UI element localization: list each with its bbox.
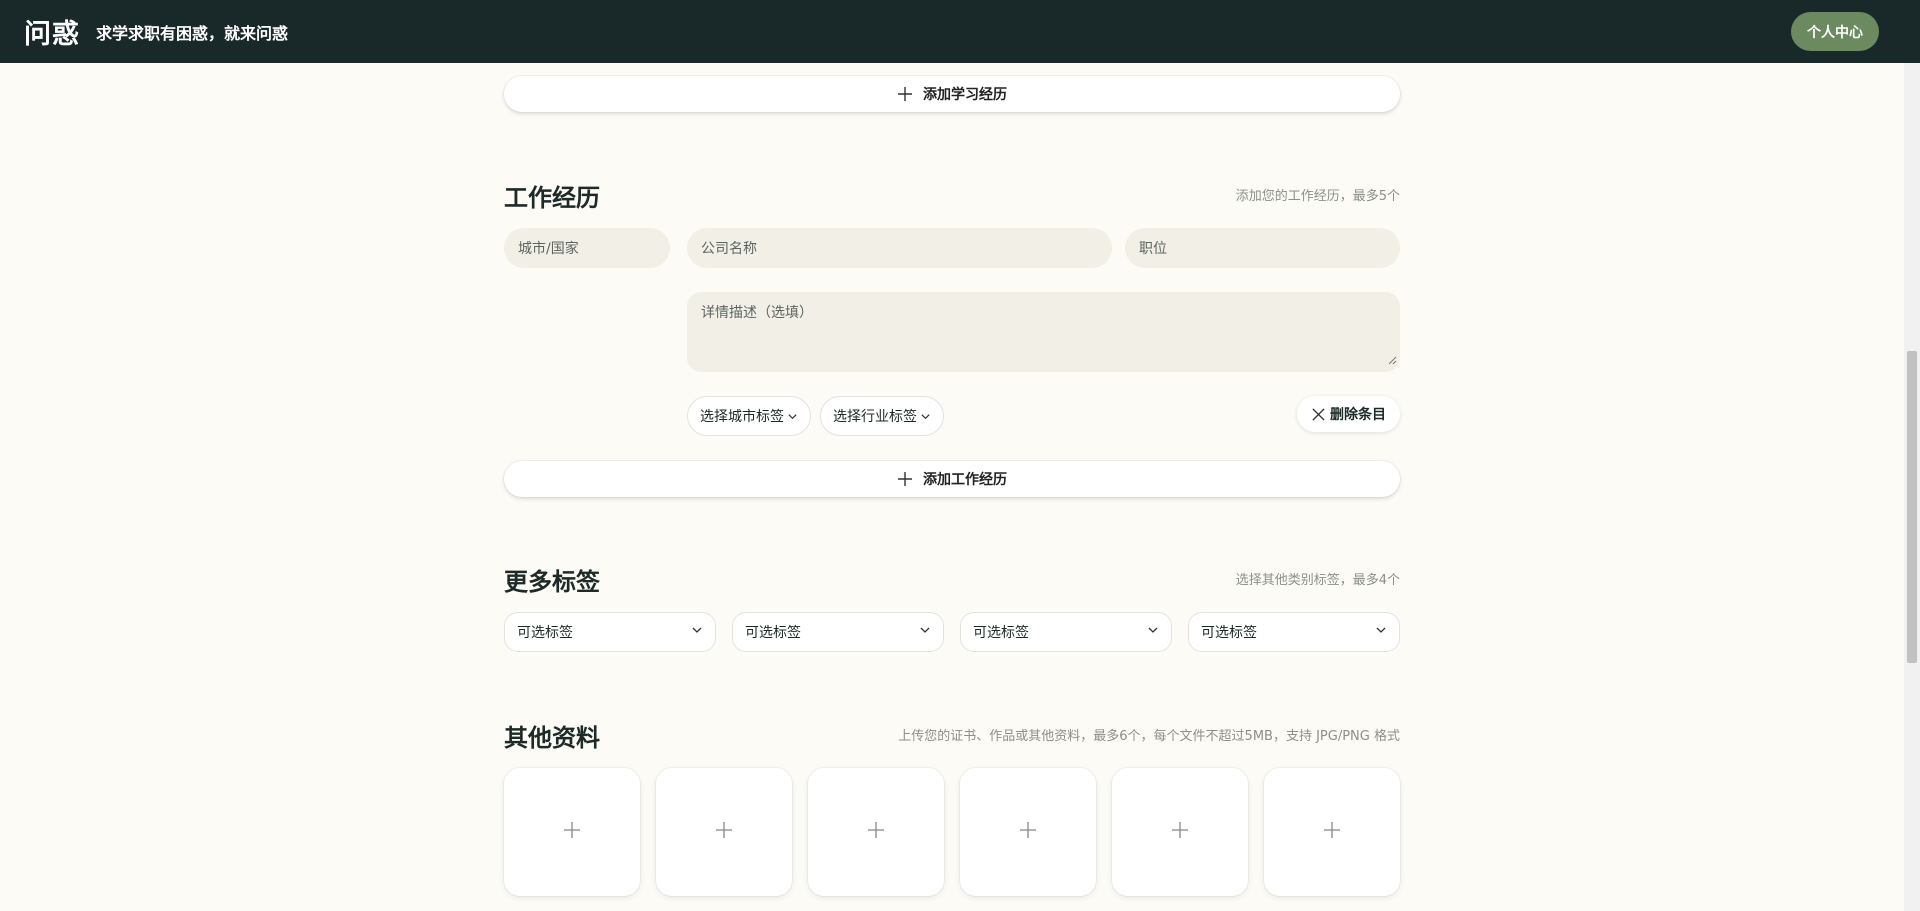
other-materials-section: 其他资料 上传您的证书、作品或其他资料，最多6个，每个文件不超过5MB，支持 J… bbox=[504, 718, 1400, 898]
upload-slot-5[interactable] bbox=[1112, 768, 1248, 896]
more-tags-section: 更多标签 选择其他类别标签，最多4个 可选标签 可选标签 可选标签 可选标签 bbox=[504, 562, 1400, 652]
description-textarea[interactable]: 详情描述（选填） bbox=[687, 292, 1400, 372]
upload-slot-6[interactable] bbox=[1264, 768, 1400, 896]
more-tags-note: 选择其他类别标签，最多4个 bbox=[1235, 573, 1400, 588]
add-education-label: 添加学习经历 bbox=[923, 87, 1007, 103]
upload-slot-1[interactable] bbox=[504, 768, 640, 896]
page-scrollbar[interactable] bbox=[1904, 63, 1920, 911]
upload-slot-4[interactable] bbox=[960, 768, 1096, 896]
company-name-placeholder: 公司名称 bbox=[701, 241, 757, 257]
close-icon bbox=[1311, 407, 1326, 422]
scrollbar-thumb[interactable] bbox=[1907, 351, 1917, 663]
plus-icon bbox=[1171, 821, 1189, 843]
optional-tag-select-3[interactable]: 可选标签 bbox=[960, 612, 1172, 652]
other-materials-note: 上传您的证书、作品或其他资料，最多6个，每个文件不超过5MB，支持 JPG/PN… bbox=[898, 729, 1400, 744]
add-education-button[interactable]: 添加学习经历 bbox=[504, 76, 1400, 112]
chevron-down-icon bbox=[787, 411, 798, 422]
description-placeholder: 详情描述（选填） bbox=[701, 305, 813, 321]
industry-tag-select[interactable]: 选择行业标签 bbox=[820, 396, 944, 436]
plus-icon bbox=[897, 86, 913, 102]
resize-handle-icon[interactable] bbox=[1388, 353, 1397, 369]
city-country-input[interactable]: 城市/国家 bbox=[504, 228, 670, 268]
plus-icon bbox=[1323, 821, 1341, 843]
delete-entry-label: 删除条目 bbox=[1330, 407, 1386, 423]
upload-slot-2[interactable] bbox=[656, 768, 792, 896]
position-input[interactable]: 职位 bbox=[1125, 228, 1400, 268]
city-country-placeholder: 城市/国家 bbox=[518, 241, 579, 257]
brand-logo[interactable]: 问惑 bbox=[24, 12, 80, 51]
upload-slot-3[interactable] bbox=[808, 768, 944, 896]
chevron-down-icon bbox=[919, 624, 931, 640]
chevron-down-icon bbox=[1147, 624, 1159, 640]
chevron-down-icon bbox=[1375, 624, 1387, 640]
chevron-down-icon bbox=[691, 624, 703, 640]
chevron-down-icon bbox=[920, 411, 931, 422]
work-section-note: 添加您的工作经历，最多5个 bbox=[1235, 189, 1400, 204]
position-placeholder: 职位 bbox=[1139, 241, 1167, 257]
top-navbar: 问惑 求学求职有困惑，就来问惑 个人中心 bbox=[0, 0, 1920, 63]
optional-tag-select-4[interactable]: 可选标签 bbox=[1188, 612, 1400, 652]
plus-icon bbox=[867, 821, 885, 843]
industry-tag-select-label: 选择行业标签 bbox=[833, 409, 917, 425]
optional-tag-select-2[interactable]: 可选标签 bbox=[732, 612, 944, 652]
add-work-button[interactable]: 添加工作经历 bbox=[504, 461, 1400, 497]
add-work-label: 添加工作经历 bbox=[923, 472, 1007, 488]
other-materials-title: 其他资料 bbox=[504, 724, 600, 752]
work-experience-section: 工作经历 添加您的工作经历，最多5个 城市/国家 公司名称 职位 详情描述（选填… bbox=[504, 178, 1400, 498]
delete-entry-button[interactable]: 删除条目 bbox=[1297, 396, 1400, 432]
brand-tagline: 求学求职有困惑，就来问惑 bbox=[96, 23, 289, 43]
profile-center-button[interactable]: 个人中心 bbox=[1791, 12, 1879, 51]
plus-icon bbox=[897, 471, 913, 487]
optional-tag-label: 可选标签 bbox=[973, 625, 1029, 641]
optional-tag-label: 可选标签 bbox=[517, 625, 573, 641]
work-section-title: 工作经历 bbox=[504, 184, 600, 212]
company-name-input[interactable]: 公司名称 bbox=[687, 228, 1112, 268]
city-tag-select-label: 选择城市标签 bbox=[700, 409, 784, 425]
optional-tag-label: 可选标签 bbox=[1201, 625, 1257, 641]
city-tag-select[interactable]: 选择城市标签 bbox=[687, 396, 811, 436]
optional-tag-label: 可选标签 bbox=[745, 625, 801, 641]
plus-icon bbox=[715, 821, 733, 843]
plus-icon bbox=[1019, 821, 1037, 843]
optional-tag-select-1[interactable]: 可选标签 bbox=[504, 612, 716, 652]
plus-icon bbox=[563, 821, 581, 843]
more-tags-title: 更多标签 bbox=[504, 568, 600, 596]
